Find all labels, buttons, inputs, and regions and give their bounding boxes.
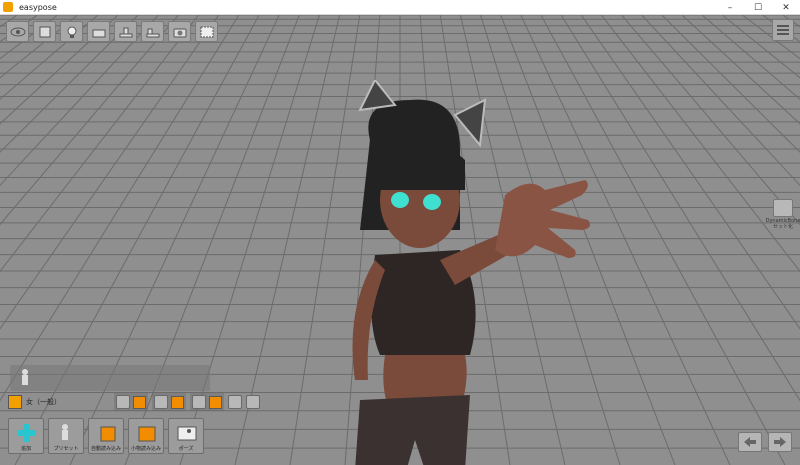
head-toggle[interactable] [133, 395, 146, 409]
window-title: easypose [19, 2, 57, 12]
auto-load-icon [100, 426, 116, 442]
camera-icon[interactable] [168, 21, 191, 42]
bottom-button-row: 追加 プリセット 自動読み込み 小物読み込み ポーズ [8, 418, 204, 454]
eye-icon[interactable] [6, 21, 29, 42]
item-load-icon [138, 426, 156, 442]
screenshot-icon[interactable] [195, 21, 218, 42]
navigation-arrows [738, 432, 792, 452]
head-control-group [114, 393, 148, 411]
hand-control-group [152, 393, 186, 411]
settings-icon[interactable] [246, 395, 260, 409]
arrow-right-icon[interactable] [768, 432, 792, 452]
maximize-button[interactable]: ☐ [744, 0, 772, 15]
item-load-button[interactable]: 小物読み込み [128, 418, 164, 454]
character-name: 女（一般） [26, 398, 61, 406]
pose-icon [177, 426, 197, 441]
arrow-left-icon[interactable] [738, 432, 762, 452]
pose-button[interactable]: ポーズ [168, 418, 204, 454]
cube-icon[interactable] [33, 21, 56, 42]
3d-viewport[interactable]: DynamicBone セット化 女（一般） 追加 プリセット 自動読み込み 小… [0, 15, 800, 465]
floor-icon[interactable] [114, 21, 137, 42]
head-icon[interactable] [116, 395, 130, 409]
close-button[interactable]: ✕ [772, 0, 800, 15]
material-toggle[interactable] [209, 395, 222, 409]
add-icon [18, 424, 36, 442]
dynamic-bone-label: DynamicBone セット化 [765, 218, 800, 230]
figure-icon[interactable] [18, 368, 32, 388]
hand-icon[interactable] [154, 395, 168, 409]
ground-icon[interactable] [141, 21, 164, 42]
checker-icon[interactable] [192, 395, 206, 409]
preset-button[interactable]: プリセット [48, 418, 84, 454]
dynamic-bone-button[interactable]: DynamicBone セット化 [766, 199, 800, 239]
character-model[interactable] [320, 80, 610, 465]
material-control-group [190, 393, 224, 411]
minimize-button[interactable]: – [716, 0, 744, 15]
auto-load-button[interactable]: 自動読み込み [88, 418, 124, 454]
add-button[interactable]: 追加 [8, 418, 44, 454]
hand-toggle[interactable] [171, 395, 184, 409]
character-control-row: 女（一般） [8, 393, 260, 411]
pose-move-icon[interactable] [228, 395, 242, 409]
title-bar: easypose – ☐ ✕ [0, 0, 800, 15]
top-toolbar [6, 21, 218, 42]
window-controls: – ☐ ✕ [716, 0, 800, 15]
camera-move-icon[interactable] [87, 21, 110, 42]
avatar-icon[interactable] [8, 395, 22, 409]
preset-icon [62, 424, 68, 440]
character-select-panel [10, 365, 210, 391]
app-icon [3, 2, 13, 12]
bone-icon [773, 199, 793, 217]
layers-icon[interactable] [772, 19, 794, 41]
light-icon[interactable] [60, 21, 83, 42]
